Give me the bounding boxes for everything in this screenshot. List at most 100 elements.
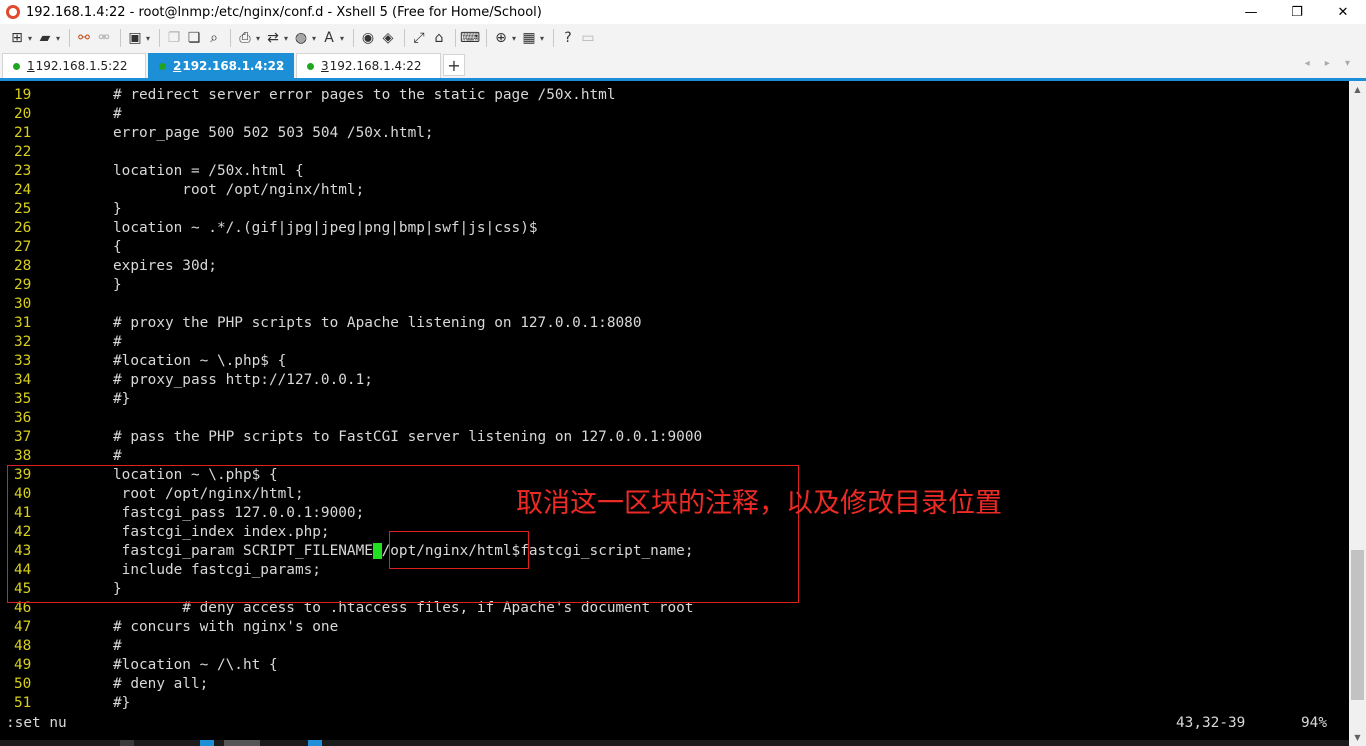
close-button[interactable]: ✕: [1320, 0, 1366, 24]
terminal-line: 47 # concurs with nginx's one: [0, 618, 1349, 637]
chevron-down-icon: ▾: [27, 33, 32, 43]
copy-icon: ❐: [167, 30, 181, 46]
xmanager-button[interactable]: ◈: [379, 27, 397, 49]
terminal-line: 36: [0, 409, 1349, 428]
disconnect-button[interactable]: ⚮: [95, 27, 113, 49]
code-text: #: [113, 106, 122, 122]
terminal-line: 24 root /opt/nginx/html;: [0, 181, 1349, 200]
print-button[interactable]: ⎙ ▾: [236, 27, 262, 49]
paste-icon: ❏: [187, 30, 201, 46]
code-text: # concurs with nginx's one: [113, 619, 339, 635]
tab-session-1[interactable]: 1 192.168.1.5:22: [2, 53, 146, 78]
code-text: root /opt/nginx/html;: [113, 182, 365, 198]
minimize-button[interactable]: —: [1228, 0, 1274, 24]
terminal-line: 29}: [0, 276, 1349, 295]
font-button[interactable]: A ▾: [320, 27, 346, 49]
terminal-line: 26 location ~ .*/.(gif|jpg|jpeg|png|bmp|s…: [0, 219, 1349, 238]
connected-status-icon: [307, 62, 314, 70]
transfer-button[interactable]: ⇄ ▾: [264, 27, 290, 49]
keyboard-button[interactable]: ⌨: [459, 27, 481, 49]
reconnect-button[interactable]: ⚯: [75, 27, 93, 49]
chevron-down-icon: ▾: [311, 33, 316, 43]
lock-icon: ⌂: [434, 30, 444, 46]
lock-button[interactable]: ⌂: [430, 27, 448, 49]
add-button[interactable]: ⊕ ▾: [492, 27, 518, 49]
annotation-text: 取消这一区块的注释，以及修改目录位置: [516, 488, 1002, 519]
code-text: #}: [113, 391, 131, 407]
fullscreen-button[interactable]: ⤢: [410, 27, 428, 49]
layout-button[interactable]: ▦ ▾: [520, 27, 546, 49]
scrollbar-thumb[interactable]: [1351, 550, 1364, 701]
xftp-icon: ◉: [361, 30, 375, 46]
scroll-down-icon[interactable]: ▼: [1349, 729, 1366, 746]
code-text: expires 30d;: [113, 258, 217, 274]
open-button[interactable]: ▰ ▾: [36, 27, 62, 49]
line-number: 27: [14, 239, 32, 255]
add-icon: ⊕: [495, 30, 507, 46]
line-number: 51: [14, 695, 32, 711]
help-button[interactable]: ?: [559, 27, 577, 49]
line-number: 22: [14, 144, 32, 160]
tab-navigation[interactable]: ◂ ▸ ▾: [1305, 58, 1356, 69]
find-icon: ⌕: [210, 30, 218, 46]
chat-button[interactable]: ▭: [579, 27, 597, 49]
toolbar-separator: [120, 29, 121, 47]
chevron-down-icon: ▾: [145, 33, 150, 43]
find-button[interactable]: ⌕: [205, 27, 223, 49]
window-title: 192.168.1.4:22 - root@lnmp:/etc/nginx/co…: [26, 4, 542, 20]
line-number: 32: [14, 334, 32, 350]
scroll-percent: 94%: [1301, 715, 1327, 731]
terminal-line: 27 {: [0, 238, 1349, 257]
toolbar-separator: [230, 29, 231, 47]
help-icon: ?: [564, 30, 572, 46]
xmanager-icon: ◈: [382, 30, 394, 46]
xftp-button[interactable]: ◉: [359, 27, 377, 49]
copy-button[interactable]: ❐: [165, 27, 183, 49]
print-icon: ⎙: [239, 30, 251, 46]
open-folder-icon: ▰: [39, 30, 51, 46]
globe-button[interactable]: ◍ ▾: [292, 27, 318, 49]
properties-icon: ▣: [128, 30, 142, 46]
new-session-button[interactable]: ⊞ ▾: [8, 27, 34, 49]
window-controls: — ❐ ✕: [1228, 0, 1366, 24]
toolbar-separator: [69, 29, 70, 47]
scroll-up-icon[interactable]: ▲: [1349, 81, 1366, 98]
globe-icon: ◍: [294, 30, 308, 46]
terminal-line: 37 # pass the PHP scripts to FastCGI serv…: [0, 428, 1349, 447]
toolbar-separator: [553, 29, 554, 47]
tab-close-icon[interactable]: ×: [275, 59, 285, 73]
tab-number: 3: [321, 59, 329, 73]
code-text: # deny all;: [113, 676, 209, 692]
code-text: # proxy the PHP scripts to Apache listen…: [113, 315, 642, 331]
line-number: 36: [14, 410, 32, 426]
line-number: 29: [14, 277, 32, 293]
line-number: 47: [14, 619, 32, 635]
cursor-position: 43,32-39: [1176, 715, 1246, 731]
properties-button[interactable]: ▣ ▾: [126, 27, 152, 49]
code-text: #: [113, 638, 122, 654]
code-text: # proxy_pass http://127.0.0.1;: [113, 372, 373, 388]
maximize-button[interactable]: ❐: [1274, 0, 1320, 24]
terminal-screen[interactable]: 51 #} 50 # deny all; 49 #location ~ /\.ht {48…: [0, 81, 1349, 746]
layout-icon: ▦: [522, 30, 536, 46]
new-session-icon: ⊞: [11, 30, 23, 46]
line-number: 33: [14, 353, 32, 369]
tab-session-3[interactable]: 3 192.168.1.4:22: [296, 53, 441, 78]
chevron-down-icon: ▾: [255, 33, 260, 43]
chevron-down-icon: ▾: [511, 33, 516, 43]
tab-session-2[interactable]: 2 192.168.1.4:22 ×: [148, 53, 294, 78]
xshell-app-icon[interactable]: [6, 5, 20, 19]
paste-button[interactable]: ❏: [185, 27, 203, 49]
line-number: 50: [14, 676, 32, 692]
vertical-scrollbar[interactable]: ▲ ▼: [1349, 81, 1366, 746]
vim-command-line: :set nu: [6, 715, 67, 731]
tab-bar: 1 192.168.1.5:22 2 192.168.1.4:22 × 3 19…: [0, 52, 1366, 78]
chevron-down-icon: ▾: [539, 33, 544, 43]
chat-icon: ▭: [581, 30, 595, 46]
terminal-line: 51 #}: [0, 694, 1349, 713]
code-text: error_page 500 502 503 504 /50x.html;: [113, 125, 434, 141]
code-text: location ~ .*/.(gif|jpg|jpeg|png|bmp|swf…: [113, 220, 538, 236]
fullscreen-icon: ⤢: [413, 30, 425, 46]
keyboard-icon: ⌨: [459, 30, 481, 46]
add-tab-button[interactable]: +: [443, 54, 465, 76]
